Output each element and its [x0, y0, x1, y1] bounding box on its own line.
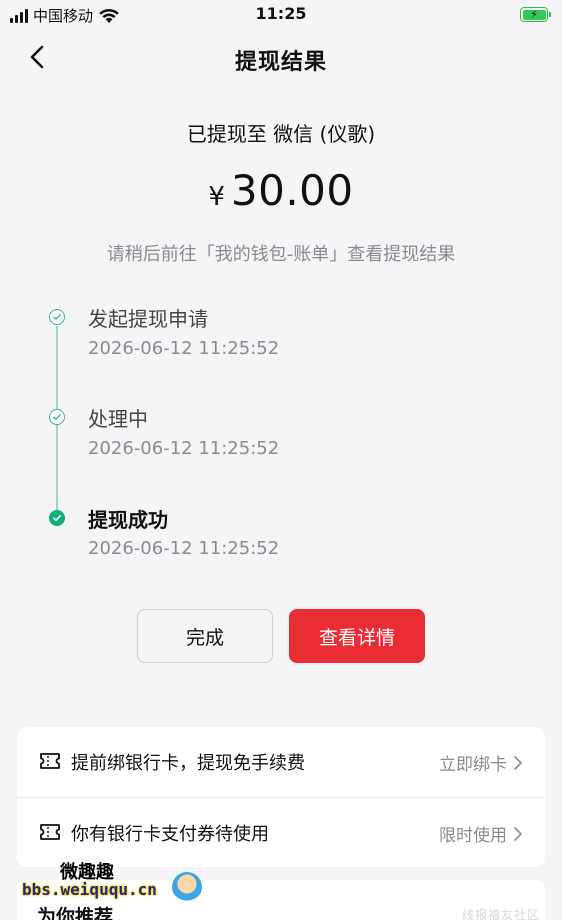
- step-time: 2026-06-12 11:25:52: [88, 538, 280, 559]
- check-circle-icon: [49, 309, 65, 325]
- step-title: 提现成功: [88, 508, 168, 532]
- step-title: 处理中: [88, 407, 148, 431]
- promo-action[interactable]: 限时使用: [439, 821, 523, 846]
- chevron-right-icon: [514, 826, 522, 841]
- status-time: 11:25: [255, 4, 307, 23]
- chevron-right-icon: [514, 755, 522, 770]
- promo-row-bind-card[interactable]: 提前绑银行卡，提现免手续费 立即绑卡: [17, 727, 545, 797]
- promo-text: 提前绑银行卡，提现免手续费: [71, 753, 305, 774]
- view-detail-button[interactable]: 查看详情: [289, 609, 425, 663]
- withdraw-destination: 已提现至 微信 (仪歌): [186, 122, 376, 146]
- result-hint: 请稍后前往「我的钱包-账单」查看提现结果: [106, 244, 456, 265]
- promo-text: 你有银行卡支付券待使用: [71, 824, 269, 845]
- step-title: 发起提现申请: [88, 307, 208, 331]
- check-circle-filled-icon: [49, 510, 65, 526]
- status-bar: 中国移动 11:25 ⚡: [0, 0, 562, 30]
- promo-action-label: 限时使用: [439, 826, 507, 846]
- amount-display: ¥30.00: [0, 166, 562, 215]
- withdraw-result-page: 中国移动 11:25 ⚡ 提现结果 已提现至 微信 (仪歌) ¥30.00 请稍…: [0, 0, 562, 920]
- page-title: 提现结果: [234, 50, 327, 75]
- currency-symbol: ¥: [208, 182, 225, 212]
- step-time: 2026-06-12 11:25:52: [88, 338, 280, 359]
- watermark-logo: 微趣趣 bbs.weiququ.cn: [22, 858, 202, 906]
- coupon-icon: [40, 824, 60, 840]
- progress-timeline: 发起提现申请 2026-06-12 11:25:52 处理中 2026-06-1…: [0, 300, 562, 570]
- promo-action-label: 立即绑卡: [439, 755, 507, 775]
- done-button[interactable]: 完成: [137, 609, 273, 663]
- withdraw-amount: 30.00: [230, 166, 354, 215]
- coupon-icon: [40, 753, 60, 769]
- promo-row-coupon[interactable]: 你有银行卡支付券待使用 限时使用: [17, 797, 545, 867]
- nav-header: 提现结果: [0, 30, 562, 84]
- battery-icon: ⚡: [520, 7, 551, 22]
- watermark-right: 线报福友社区: [461, 908, 540, 920]
- promo-action[interactable]: 立即绑卡: [439, 750, 523, 775]
- mascot-icon: [172, 872, 202, 902]
- check-circle-icon: [49, 409, 65, 425]
- watermark-url: bbs.weiququ.cn: [22, 880, 157, 899]
- step-time: 2026-06-12 11:25:52: [88, 438, 280, 459]
- promo-card: 提前绑银行卡，提现免手续费 立即绑卡 你有银行卡支付券待使用 限时使用: [17, 727, 545, 867]
